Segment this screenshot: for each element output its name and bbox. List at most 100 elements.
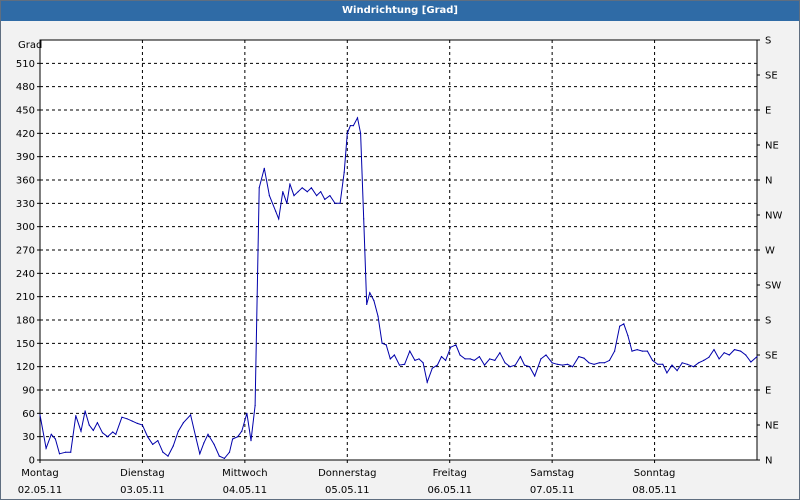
data-point: [349, 125, 351, 127]
data-point: [389, 358, 391, 360]
x-tick-weekday: Montag: [21, 468, 58, 479]
data-point: [373, 300, 375, 302]
x-axis: Montag 02.05.11 Dienstag 03.05.11 Mittwoch 04…: [18, 460, 677, 496]
data-point: [540, 358, 542, 360]
data-point: [740, 350, 742, 352]
data-point: [750, 361, 752, 363]
data-point: [619, 325, 621, 327]
data-point: [733, 349, 736, 351]
y-tick-label: 390: [16, 152, 35, 163]
data-point: [431, 367, 433, 369]
data-point: [598, 362, 600, 364]
data-point: [426, 381, 428, 383]
compass-label: S: [765, 36, 771, 47]
data-point: [207, 433, 209, 435]
data-point: [310, 187, 312, 189]
data-point: [316, 195, 318, 197]
data-point: [250, 440, 252, 442]
data-point: [666, 372, 668, 374]
data-point: [583, 357, 585, 359]
data-point: [172, 445, 174, 447]
x-tick-date: 02.05.11: [18, 485, 63, 496]
data-point: [126, 418, 128, 420]
data-point: [631, 350, 633, 352]
compass-label: SE: [765, 71, 778, 82]
data-point: [703, 359, 705, 361]
data-point: [157, 440, 159, 442]
data-point: [152, 443, 154, 445]
data-point: [728, 354, 730, 356]
data-point: [346, 132, 348, 134]
data-point: [723, 352, 725, 354]
data-point: [551, 362, 553, 364]
data-point: [45, 447, 47, 449]
x-tick-weekday: Freitag: [433, 468, 467, 479]
data-point: [334, 202, 336, 204]
data-point: [223, 457, 225, 459]
data-point: [603, 362, 606, 364]
y-tick-label: 210: [16, 292, 35, 303]
compass-label: N: [765, 456, 772, 467]
data-point: [363, 218, 365, 220]
y-axis-right: N NE E SE S SW W NW N NE E SE S: [757, 36, 782, 467]
data-point: [96, 422, 98, 424]
y-tick-label: 300: [16, 222, 35, 233]
data-point: [263, 167, 265, 169]
data-point: [352, 125, 354, 127]
data-point: [329, 195, 331, 197]
data-point: [50, 433, 52, 435]
data-point: [80, 430, 82, 432]
data-point: [614, 350, 616, 352]
data-point: [218, 455, 220, 457]
plot-area: [39, 39, 758, 461]
data-point: [422, 362, 424, 364]
data-point: [455, 344, 457, 346]
data-point: [254, 405, 256, 407]
compass-label: SE: [765, 351, 778, 362]
data-point: [199, 453, 201, 455]
x-tick-weekday: Dienstag: [120, 468, 165, 479]
x-tick-date: 06.05.11: [427, 485, 472, 496]
y-tick-label: 270: [16, 246, 35, 257]
data-point: [58, 453, 61, 455]
data-point: [275, 210, 277, 212]
data-point: [636, 349, 638, 351]
data-point: [268, 195, 270, 197]
data-point: [657, 363, 659, 365]
data-point: [572, 366, 574, 368]
y-tick-label: 240: [16, 269, 35, 280]
data-point: [282, 191, 284, 193]
data-point: [286, 202, 288, 204]
data-point: [293, 195, 295, 197]
data-point: [112, 431, 114, 433]
data-point: [84, 410, 86, 412]
data-point: [258, 187, 260, 189]
data-point: [756, 356, 758, 358]
data-point: [698, 362, 700, 364]
data-point: [473, 359, 475, 361]
data-point: [534, 375, 536, 377]
y-tick-label: 330: [16, 199, 35, 210]
x-tick-date: 05.05.11: [325, 485, 370, 496]
data-point: [75, 415, 77, 417]
wind-direction-chart: 0 30 60 90 120 150 180 210 240 270 300 330 360 390 420…: [16, 36, 783, 497]
data-point: [436, 364, 438, 366]
data-point: [356, 117, 359, 119]
data-point: [297, 191, 299, 193]
data-point: [504, 362, 506, 364]
data-point: [360, 132, 362, 134]
compass-label: SW: [765, 281, 781, 292]
compass-label: W: [765, 246, 775, 257]
compass-label: S: [765, 316, 771, 327]
data-point: [676, 370, 678, 372]
data-point: [708, 356, 710, 358]
data-point: [627, 335, 629, 337]
data-point: [671, 364, 673, 366]
data-point: [136, 422, 138, 424]
x-tick-date: 08.05.11: [632, 485, 677, 496]
data-point: [101, 432, 104, 434]
data-point: [519, 356, 522, 358]
y-tick-label: 30: [22, 432, 35, 443]
data-point: [641, 350, 643, 352]
data-point: [324, 198, 326, 200]
